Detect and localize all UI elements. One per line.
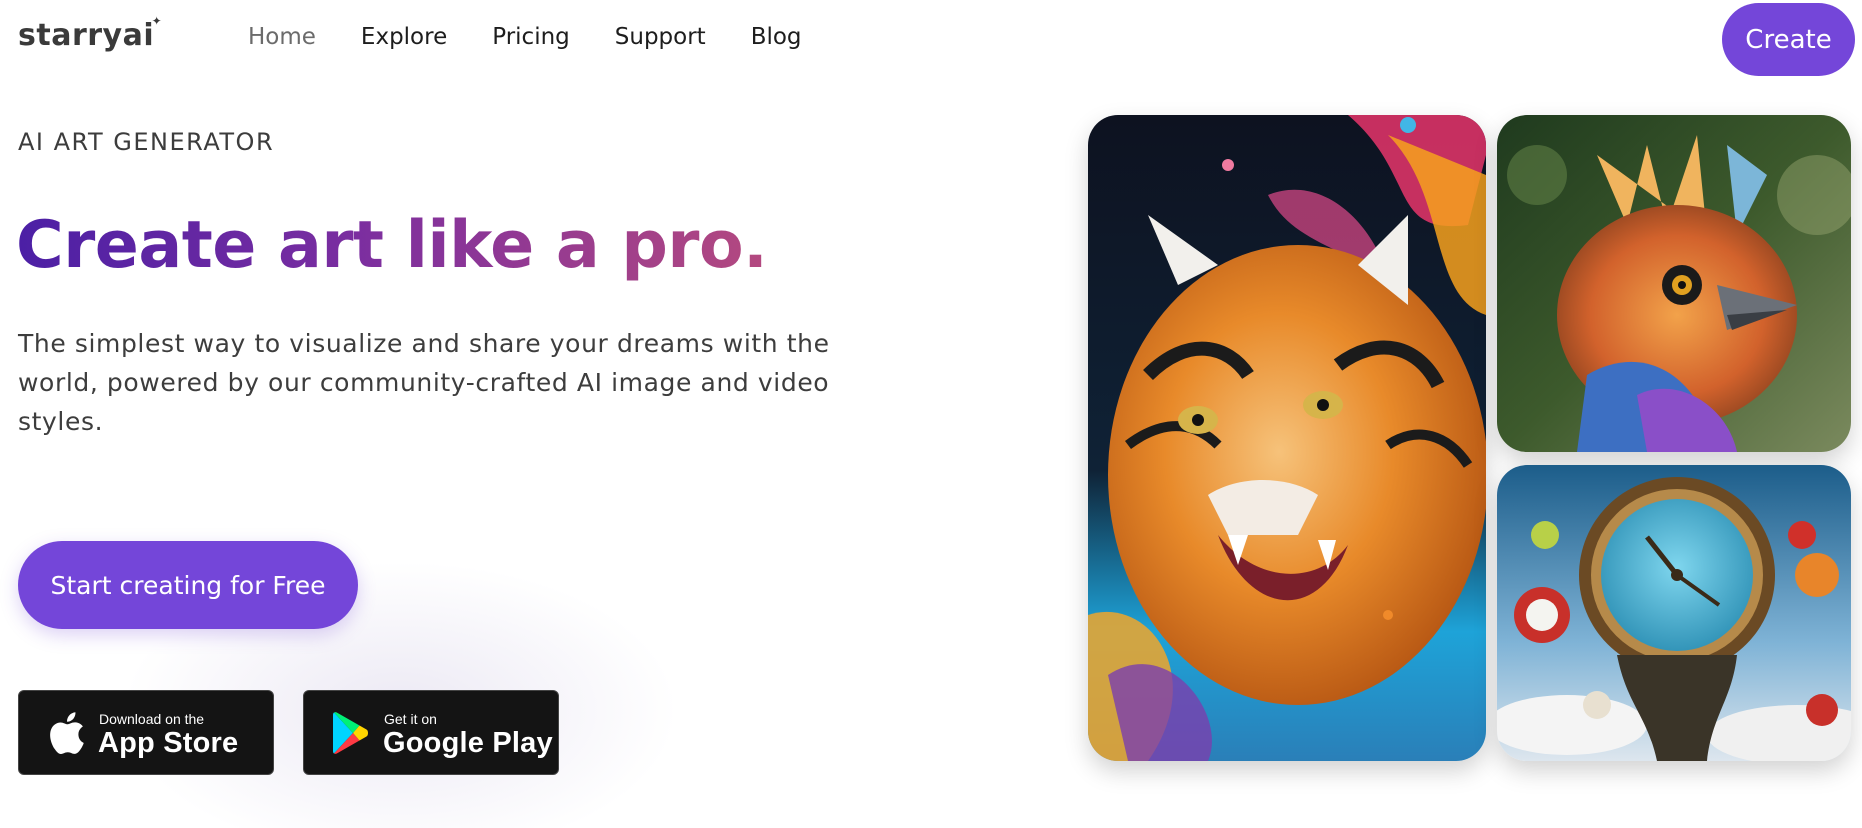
nav-home[interactable]: Home <box>248 24 316 50</box>
clock-artwork-image <box>1497 465 1851 761</box>
bird-artwork-image <box>1497 115 1851 452</box>
app-store-badge[interactable]: Download on the App Store <box>18 690 274 775</box>
tiger-artwork-image <box>1088 115 1486 761</box>
page: starryai ✦ Home Explore Pricing Support … <box>0 0 1862 828</box>
nav-support[interactable]: Support <box>615 24 706 50</box>
logo[interactable]: starryai ✦ <box>18 14 162 53</box>
eyebrow-label: AI ART GENERATOR <box>18 128 275 156</box>
tiger-artwork[interactable] <box>1088 115 1486 761</box>
nav-explore[interactable]: Explore <box>361 24 447 50</box>
main-nav: Home Explore Pricing Support Blog <box>248 24 802 50</box>
create-button[interactable]: Create <box>1722 3 1855 76</box>
apple-icon <box>50 712 84 755</box>
google-play-icon <box>333 712 368 754</box>
app-store-small-text: Download on the <box>99 711 205 727</box>
bird-artwork[interactable] <box>1497 115 1851 452</box>
nav-pricing[interactable]: Pricing <box>492 24 570 50</box>
google-play-big-text: Google Play <box>383 727 553 759</box>
google-play-badge[interactable]: Get it on Google Play <box>303 690 559 775</box>
google-play-small-text: Get it on <box>384 711 437 727</box>
logo-text: starryai <box>18 18 155 53</box>
start-creating-button[interactable]: Start creating for Free <box>18 541 358 629</box>
hero-description: The simplest way to visualize and share … <box>18 329 830 436</box>
nav-blog[interactable]: Blog <box>751 24 802 50</box>
app-store-big-text: App Store <box>98 727 239 759</box>
clock-artwork[interactable] <box>1497 465 1851 761</box>
page-title: Create art like a pro. <box>16 206 768 286</box>
sparkle-icon: ✦ <box>151 14 163 28</box>
